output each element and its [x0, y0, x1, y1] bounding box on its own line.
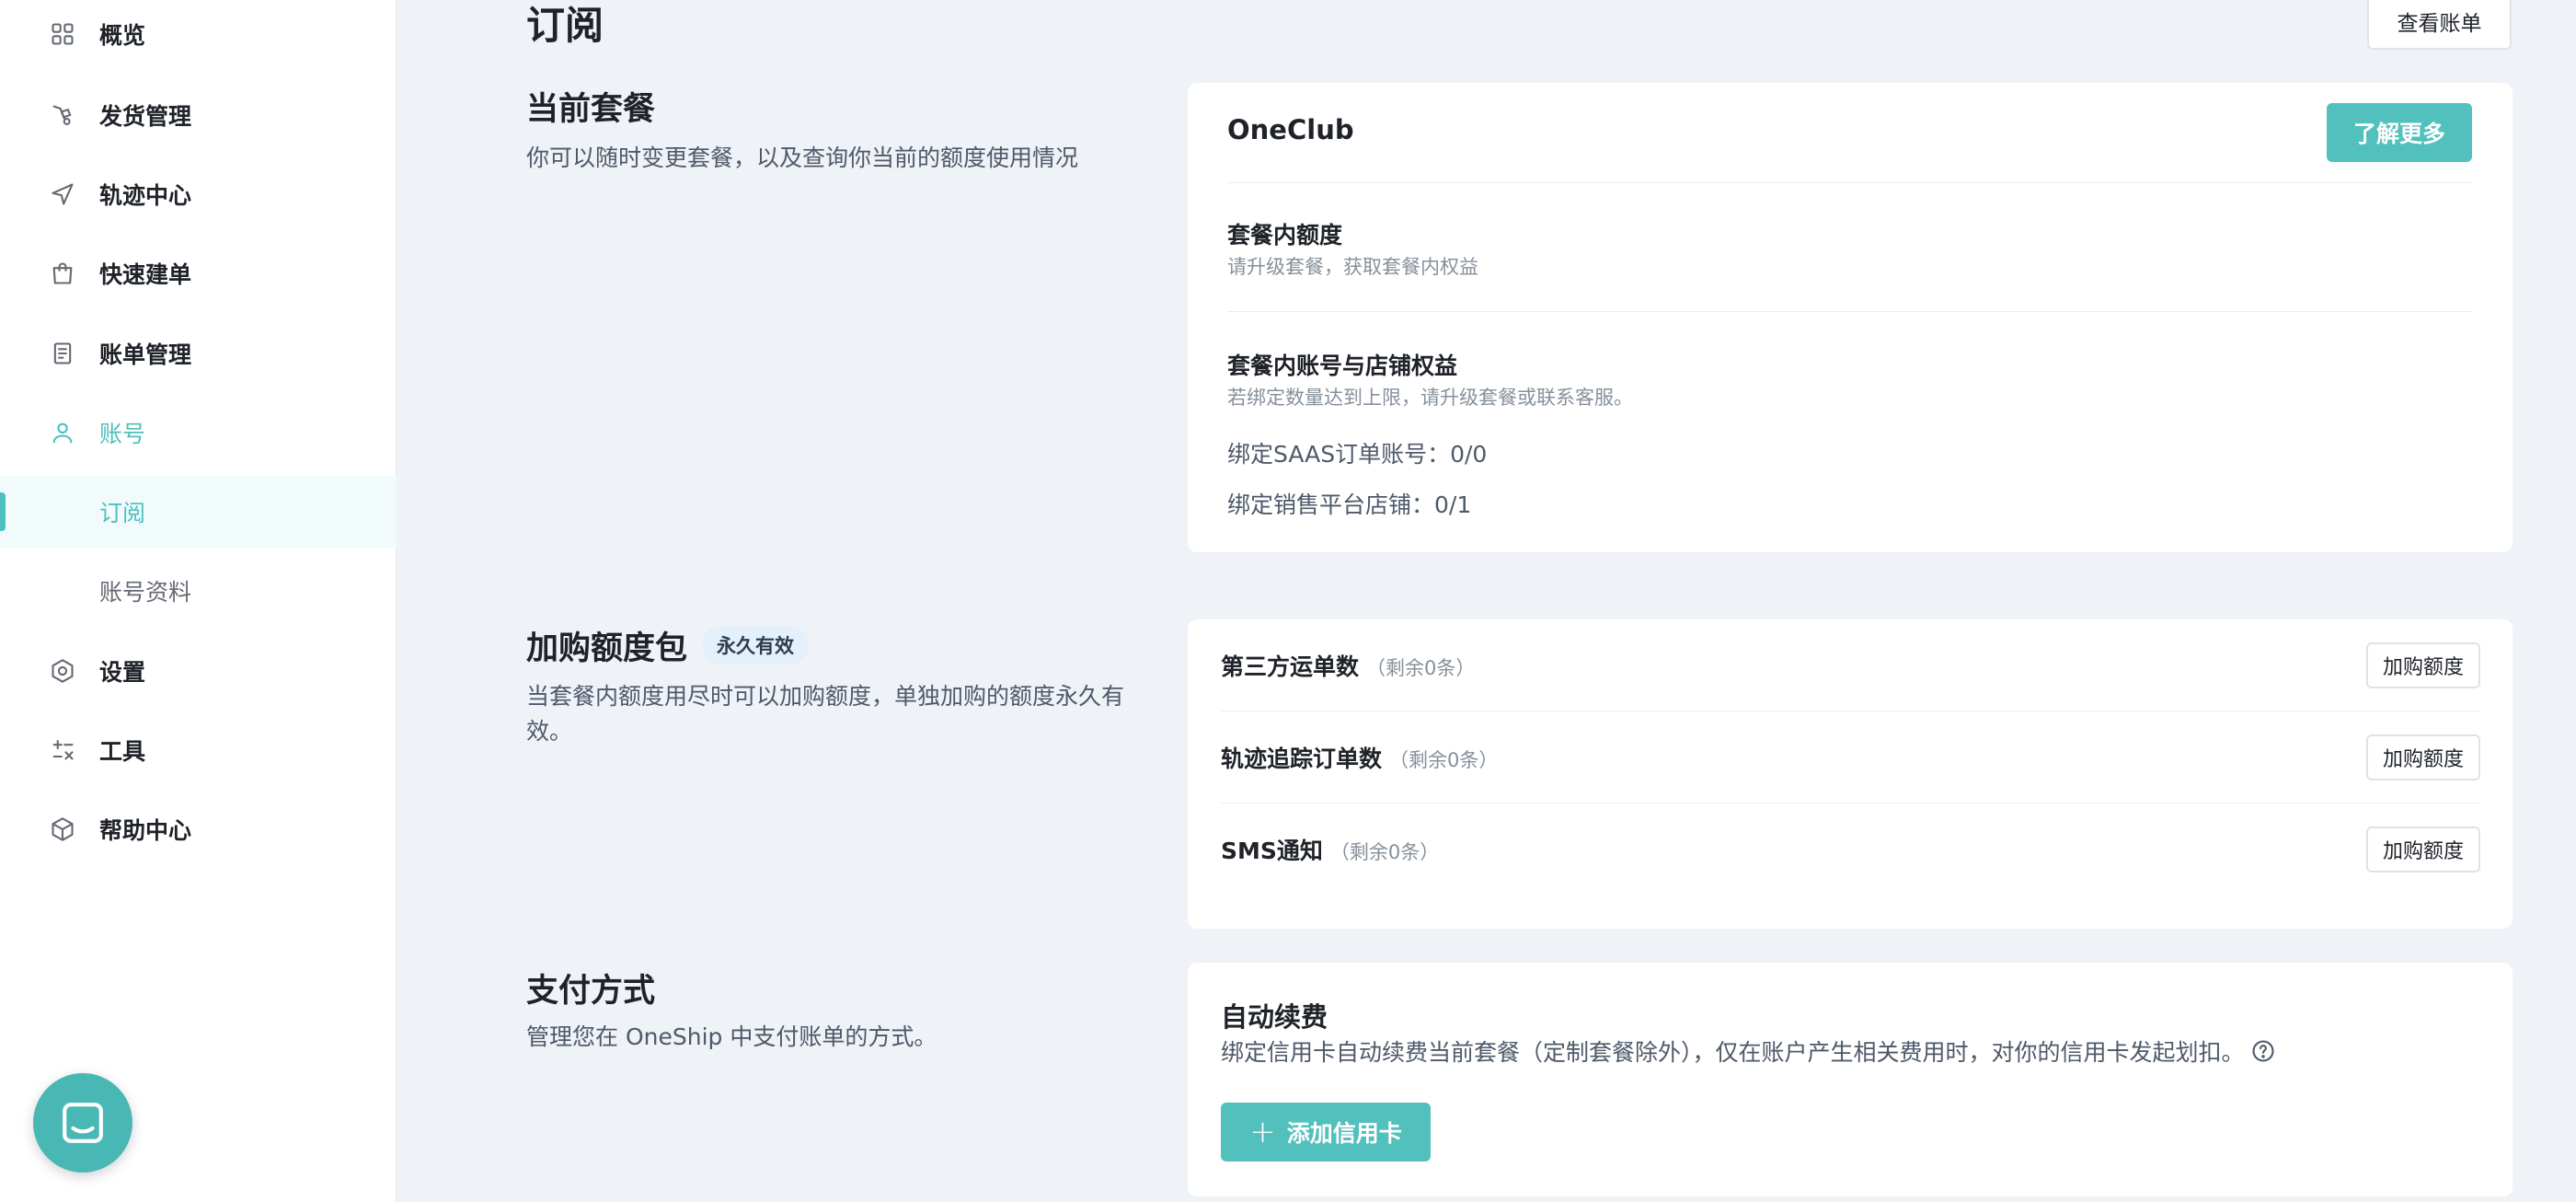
- help-circle-icon[interactable]: [2250, 1038, 2276, 1064]
- sidebar-item-shipping[interactable]: 发货管理: [0, 79, 397, 151]
- sidebar-item-subscription[interactable]: 订阅: [0, 476, 397, 548]
- sidebar: 概览 发货管理 轨迹中心 快速建单 账单管理 账号 订阅 账号资料 设置 工具 …: [0, 0, 397, 1202]
- shopping-bag-icon: [52, 262, 73, 284]
- chat-icon: [63, 1103, 103, 1143]
- sidebar-item-label: 发货管理: [99, 103, 192, 130]
- sidebar-item-label: 账单管理: [99, 341, 192, 368]
- list-item: 第三方运单数 （剩余0条） 加购额度: [1188, 619, 2513, 711]
- addon-remaining: （剩余0条）: [1329, 841, 1440, 863]
- payment-section-title: 支付方式: [526, 973, 656, 1010]
- sidebar-item-label: 账号: [99, 421, 146, 447]
- addon-section-title: 加购额度包: [526, 630, 688, 667]
- quota-title: 套餐内额度: [1227, 222, 1343, 248]
- sidebar-item-label: 帮助中心: [99, 817, 192, 844]
- rights-title: 套餐内账号与店铺权益: [1227, 353, 1458, 379]
- autopay-title: 自动续费: [1221, 1001, 1328, 1033]
- sidebar-item-label: 订阅: [99, 500, 146, 526]
- sidebar-item-tools[interactable]: 工具: [0, 714, 397, 786]
- navigation-arrow-icon: [52, 183, 74, 205]
- user-icon: [52, 422, 73, 444]
- list-item: SMS通知 （剩余0条） 加购额度: [1188, 803, 2513, 896]
- plus-icon: +: [1249, 1114, 1276, 1150]
- payment-section-description: 管理您在 OneShip 中支付账单的方式。: [526, 1023, 937, 1050]
- chat-support-button[interactable]: [33, 1073, 132, 1173]
- sidebar-item-settings[interactable]: 设置: [0, 635, 397, 707]
- cube-icon: [52, 817, 74, 841]
- list-item: 轨迹追踪订单数 （剩余0条） 加购额度: [1188, 711, 2513, 803]
- quota-description: 请升级套餐，获取套餐内权益: [1227, 256, 1478, 278]
- store-count: 绑定销售平台店铺：0/1: [1227, 491, 1472, 518]
- addon-section-description: 当套餐内额度用尽时可以加购额度，单独加购的额度永久有效。: [526, 683, 1125, 745]
- current-plan-description: 你可以随时变更套餐，以及查询你当前的额度使用情况: [526, 144, 1079, 171]
- autopay-description: 绑定信用卡自动续费当前套餐（定制套餐除外），仅在账户产生相关费用时，对你的信用卡…: [1221, 1034, 2276, 1068]
- addon-name: 轨迹追踪订单数 （剩余0条）: [1221, 745, 1499, 772]
- rights-description: 若绑定数量达到上限，请升级套餐或联系客服。: [1227, 387, 1633, 409]
- addon-name: 第三方运单数 （剩余0条）: [1221, 653, 1476, 680]
- addon-remaining: （剩余0条）: [1389, 749, 1499, 771]
- plan-name: OneClub: [1227, 114, 1354, 145]
- addon-name: SMS通知 （剩余0条）: [1221, 838, 1440, 864]
- autopay-card: 自动续费 绑定信用卡自动续费当前套餐（定制套餐除外），仅在账户产生相关费用时，对…: [1188, 963, 2513, 1196]
- addon-card: 第三方运单数 （剩余0条） 加购额度 轨迹追踪订单数 （剩余0条） 加购额度 SMS…: [1188, 619, 2513, 929]
- grid-icon: [52, 23, 74, 45]
- tools-icon: [52, 740, 74, 760]
- view-bill-button[interactable]: 查看账单: [2367, 0, 2512, 50]
- bill-icon: [53, 342, 72, 364]
- saas-accounts-count: 绑定SAAS订单账号：0/0: [1227, 441, 1488, 468]
- buy-quota-button[interactable]: 加购额度: [2366, 826, 2480, 873]
- permanent-valid-badge: 永久有效: [702, 626, 809, 665]
- sidebar-item-overview[interactable]: 概览: [0, 0, 397, 70]
- sidebar-item-billing[interactable]: 账单管理: [0, 318, 397, 389]
- learn-more-button[interactable]: 了解更多: [2327, 103, 2472, 162]
- sidebar-item-account-profile[interactable]: 账号资料: [0, 555, 397, 627]
- current-plan-title: 当前套餐: [526, 91, 656, 128]
- addon-remaining: （剩余0条）: [1366, 657, 1476, 679]
- divider: [1227, 182, 2473, 183]
- page-title: 订阅: [526, 3, 604, 48]
- add-credit-card-label: 添加信用卡: [1286, 1120, 1402, 1147]
- sidebar-item-label: 设置: [99, 659, 146, 686]
- sidebar-item-label: 工具: [99, 738, 146, 765]
- divider: [1227, 311, 2473, 312]
- sidebar-item-help-center[interactable]: 帮助中心: [0, 793, 397, 865]
- sidebar-item-label: 快速建单: [99, 261, 192, 288]
- buy-quota-button[interactable]: 加购额度: [2366, 734, 2480, 780]
- sidebar-item-label: 轨迹中心: [99, 182, 192, 209]
- settings-hexagon-icon: [52, 659, 74, 683]
- shipping-icon: [52, 105, 72, 125]
- add-credit-card-button[interactable]: + 添加信用卡: [1221, 1103, 1431, 1162]
- sidebar-item-label: 概览: [99, 22, 146, 49]
- buy-quota-button[interactable]: 加购额度: [2366, 642, 2480, 688]
- sidebar-item-tracking[interactable]: 轨迹中心: [0, 158, 397, 230]
- current-plan-card: OneClub 了解更多 套餐内额度 请升级套餐，获取套餐内权益 套餐内账号与店…: [1188, 83, 2513, 552]
- sidebar-item-label: 账号资料: [99, 579, 192, 606]
- sidebar-item-quick-order[interactable]: 快速建单: [0, 237, 397, 309]
- sidebar-item-account[interactable]: 账号: [0, 397, 397, 468]
